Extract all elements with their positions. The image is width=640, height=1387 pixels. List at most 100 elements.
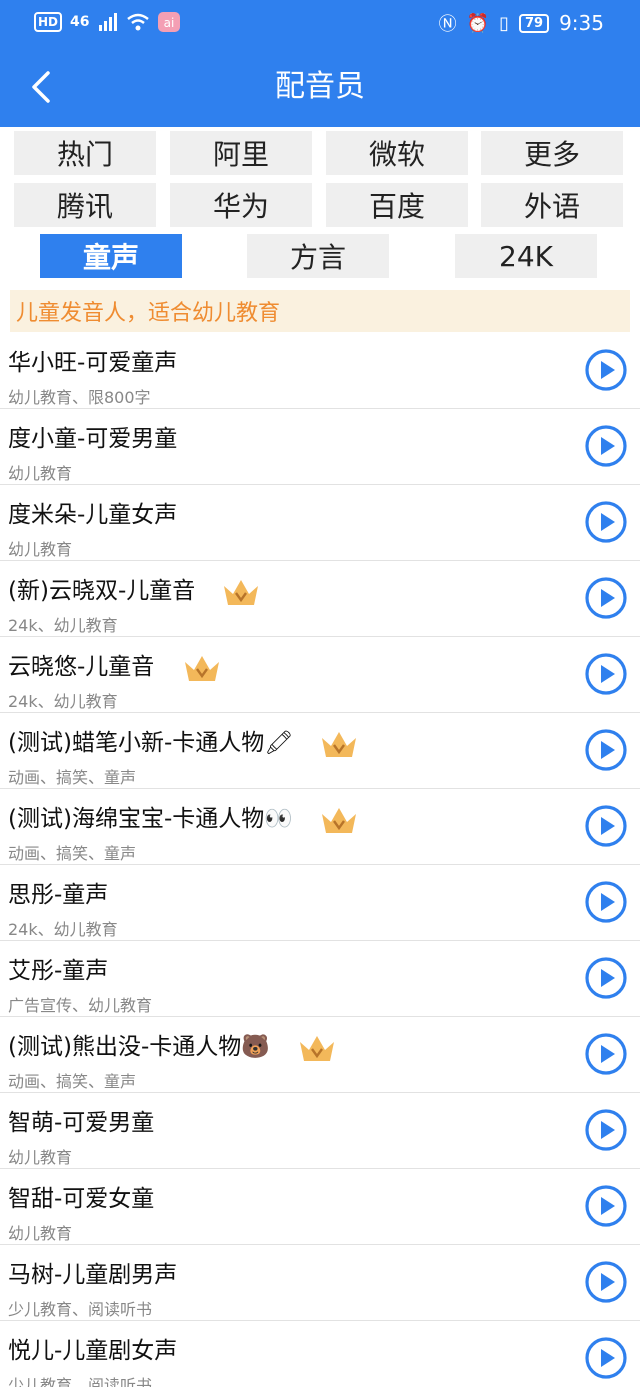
crown-icon [298, 1034, 336, 1064]
play-circle-icon [585, 501, 627, 543]
tab-华为[interactable]: 华为 [170, 183, 312, 227]
play-button[interactable] [585, 957, 627, 999]
tab-热门[interactable]: 热门 [14, 131, 156, 175]
play-button[interactable] [585, 577, 627, 619]
play-circle-icon [585, 425, 627, 467]
voice-tags: 24k、幼儿教育 [8, 616, 118, 635]
voice-row[interactable]: 智甜-可爱女童 幼儿教育 [0, 1169, 640, 1245]
play-button[interactable] [585, 501, 627, 543]
voice-row[interactable]: 度米朵-儿童女声幼儿教育 [0, 485, 640, 561]
voice-row[interactable]: 马树-儿童剧男声少儿教育、阅读听书 [0, 1245, 640, 1321]
tab-阿里[interactable]: 阿里 [170, 131, 312, 175]
status-time: 9:35 [559, 11, 604, 35]
page-title: 配音员 [275, 69, 365, 104]
tab-更多[interactable]: 更多 [481, 131, 623, 175]
voice-row[interactable]: 思彤-童声 24k、幼儿教育 [0, 865, 640, 941]
status-bar: HD 46 ai Ⓝ ⏰ ▯ 79 9:35 [0, 0, 640, 50]
play-circle-icon [585, 1109, 627, 1151]
voice-name: 智甜-可爱女童 [8, 1186, 155, 1212]
voice-row[interactable]: 度小童-可爱男童幼儿教育 [0, 409, 640, 485]
voice-name: 艾彤-童声 [8, 958, 109, 984]
play-circle-icon [585, 653, 627, 695]
status-right: Ⓝ ⏰ ▯ 79 9:35 [439, 10, 604, 36]
tab-百度[interactable]: 百度 [326, 183, 468, 227]
voice-row[interactable]: (测试)蜡笔小新-卡通人物🖍 动画、搞笑、童声 [0, 713, 640, 789]
app-header: HD 46 ai Ⓝ ⏰ ▯ 79 9:35 配音员 [0, 0, 640, 127]
play-circle-icon [585, 805, 627, 847]
play-circle-icon [585, 1033, 627, 1075]
svg-text:ai: ai [163, 16, 174, 30]
vibrate-icon: ▯ [499, 12, 509, 34]
play-circle-icon [585, 349, 627, 391]
tab-24K[interactable]: 24K [455, 234, 597, 278]
voice-row[interactable]: 悦儿-儿童剧女声少儿教育、阅读听书 [0, 1321, 640, 1387]
voice-name: (测试)熊出没-卡通人物🐻 [8, 1034, 270, 1060]
play-circle-icon [585, 1337, 627, 1379]
nfc-icon: Ⓝ [438, 14, 457, 35]
voice-name: 悦儿-儿童剧女声 [8, 1338, 178, 1364]
voice-tags: 幼儿教育 [8, 540, 73, 559]
voice-row[interactable]: (测试)海绵宝宝-卡通人物👀 动画、搞笑、童声 [0, 789, 640, 865]
play-button[interactable] [585, 805, 627, 847]
wifi-icon [126, 13, 149, 31]
voice-row[interactable]: (测试)熊出没-卡通人物🐻 动画、搞笑、童声 [0, 1017, 640, 1093]
play-button[interactable] [585, 1261, 627, 1303]
tab-微软[interactable]: 微软 [326, 131, 468, 175]
play-button[interactable] [585, 653, 627, 695]
alarm-icon: ⏰ [466, 12, 490, 34]
hd-badge: HD [34, 12, 63, 32]
play-button[interactable] [585, 1109, 627, 1151]
play-button[interactable] [585, 729, 627, 771]
voice-row[interactable]: 艾彤-童声广告宣传、幼儿教育 [0, 941, 640, 1017]
voice-list: 华小旺-可爱童声 幼儿教育、限800字 度小童-可爱男童 幼儿教育 度米朵-儿童女声 幼儿… [0, 333, 640, 1387]
ai-app-icon: ai [157, 12, 180, 32]
play-circle-icon [585, 957, 627, 999]
voice-tags: 少儿教育、阅读听书 [8, 1376, 153, 1387]
signal-icon: 46 [70, 14, 90, 30]
voice-row[interactable]: (新)云晓双-儿童音 24k、幼儿教育 [0, 561, 640, 637]
crown-icon [183, 654, 221, 684]
play-button[interactable] [585, 1033, 627, 1075]
voice-name: 度小童-可爱男童 [8, 426, 178, 452]
play-button[interactable] [585, 349, 627, 391]
voice-name: (测试)蜡笔小新-卡通人物🖍 [8, 730, 294, 756]
voice-name: 华小旺-可爱童声 [8, 350, 178, 376]
crown-icon [320, 806, 358, 836]
voice-tags: 广告宣传、幼儿教育 [8, 996, 153, 1015]
voice-tags: 少儿教育、阅读听书 [8, 1300, 153, 1319]
tab-童声[interactable]: 童声 [40, 234, 182, 278]
voice-tags: 24k、幼儿教育 [8, 920, 118, 939]
category-banner: 儿童发音人，适合幼儿教育 [10, 290, 630, 332]
voice-tags: 24k、幼儿教育 [8, 692, 118, 711]
voice-name: (测试)海绵宝宝-卡通人物👀 [8, 806, 293, 832]
tab-方言[interactable]: 方言 [247, 234, 389, 278]
voice-tags: 动画、搞笑、童声 [8, 768, 137, 787]
play-circle-icon [585, 1185, 627, 1227]
voice-name: (新)云晓双-儿童音 [8, 578, 196, 604]
voice-row[interactable]: 智萌-可爱男童 幼儿教育 [0, 1093, 640, 1169]
voice-tags: 幼儿教育 [8, 1148, 73, 1167]
play-circle-icon [585, 1261, 627, 1303]
tab-腾讯[interactable]: 腾讯 [14, 183, 156, 227]
tab-外语[interactable]: 外语 [481, 183, 623, 227]
voice-name: 云晓悠-儿童音 [8, 654, 155, 680]
crown-icon [222, 578, 260, 608]
voice-tags: 动画、搞笑、童声 [8, 1072, 137, 1091]
play-circle-icon [585, 729, 627, 771]
voice-tags: 动画、搞笑、童声 [8, 844, 137, 863]
voice-name: 度米朵-儿童女声 [8, 502, 178, 528]
voice-name: 马树-儿童剧男声 [8, 1262, 178, 1288]
status-left: HD 46 ai [34, 12, 180, 32]
play-button[interactable] [585, 425, 627, 467]
crown-icon [320, 730, 358, 760]
play-button[interactable] [585, 1185, 627, 1227]
signal-bars-icon [98, 13, 117, 31]
battery-level: 79 [518, 13, 550, 33]
voice-tags: 幼儿教育 [8, 464, 73, 483]
play-circle-icon [585, 577, 627, 619]
play-button[interactable] [585, 881, 627, 923]
voice-tags: 幼儿教育、限800字 [8, 388, 151, 407]
voice-row[interactable]: 云晓悠-儿童音 24k、幼儿教育 [0, 637, 640, 713]
play-button[interactable] [585, 1337, 627, 1379]
voice-row[interactable]: 华小旺-可爱童声幼儿教育、限800字 [0, 333, 640, 409]
